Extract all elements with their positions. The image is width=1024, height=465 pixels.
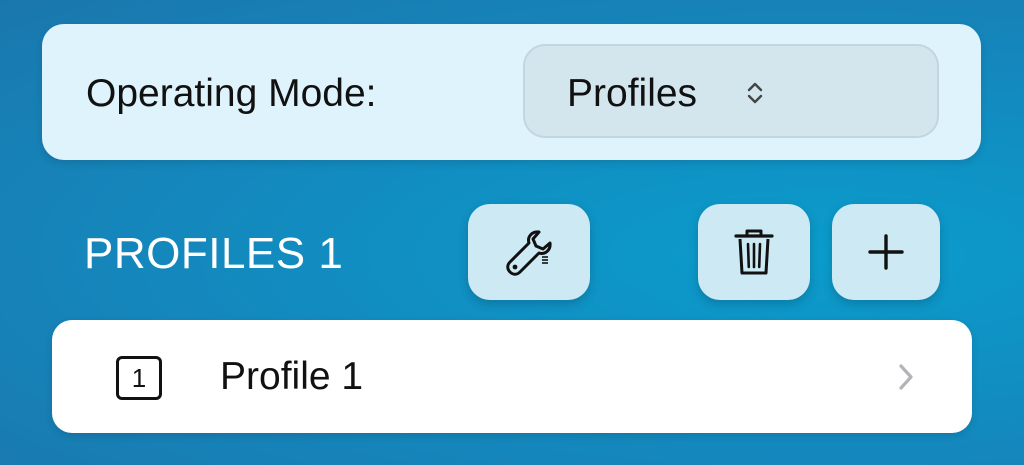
operating-mode-label: Operating Mode: bbox=[86, 72, 377, 115]
profile-number-badge: 1 bbox=[116, 356, 162, 400]
chevron-up-down-icon bbox=[747, 82, 763, 104]
profile-list-item[interactable]: 1 Profile 1 bbox=[52, 320, 972, 433]
profile-settings-button[interactable] bbox=[468, 204, 590, 300]
wrench-icon bbox=[506, 230, 552, 276]
profiles-section-title: PROFILES 1 bbox=[84, 229, 344, 278]
profile-name: Profile 1 bbox=[220, 355, 364, 398]
add-profile-button[interactable] bbox=[832, 204, 940, 300]
operating-mode-selected-value: Profiles bbox=[567, 72, 698, 115]
operating-mode-select[interactable]: Profiles bbox=[523, 44, 939, 138]
chevron-right-icon bbox=[899, 364, 913, 390]
trash-icon bbox=[734, 229, 774, 275]
operating-mode-card: Operating Mode: Profiles bbox=[42, 24, 981, 160]
plus-icon bbox=[868, 234, 904, 270]
delete-profile-button[interactable] bbox=[698, 204, 810, 300]
